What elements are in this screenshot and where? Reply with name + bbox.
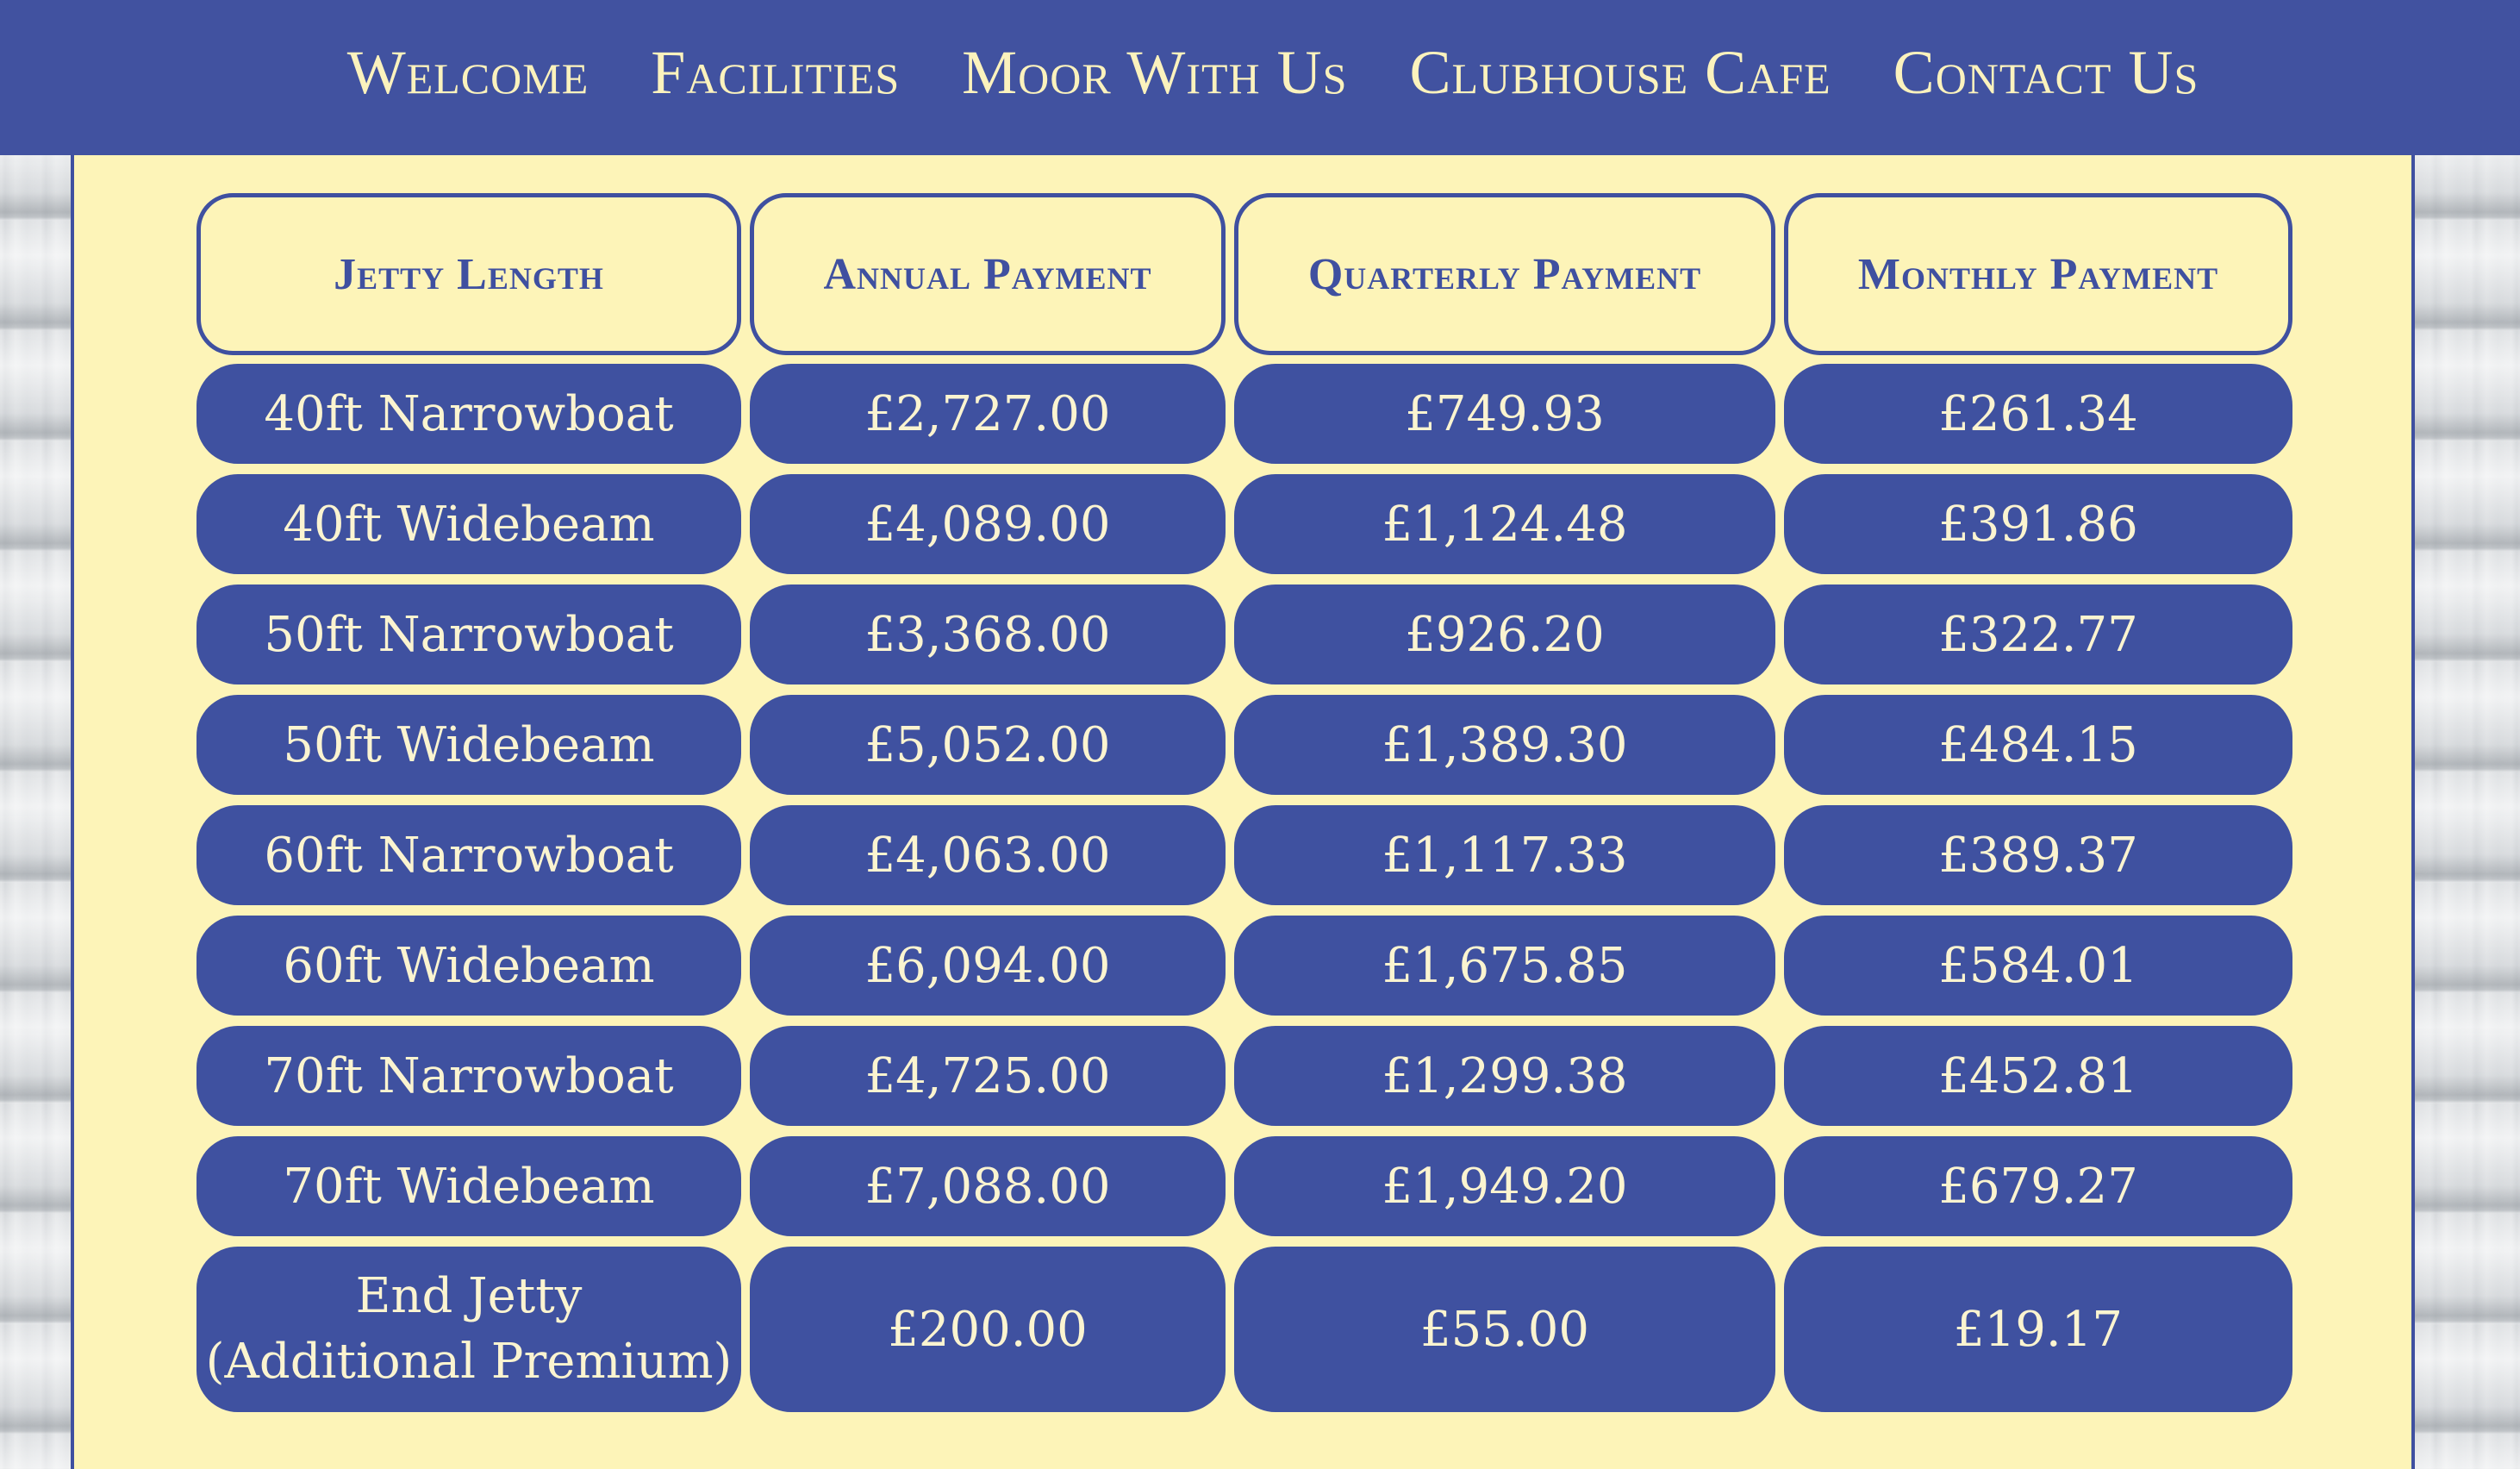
cell-quarterly-payment: £1,389.30 — [1234, 695, 1775, 795]
nav-item-moor-with-us[interactable]: Moor With Us — [962, 37, 1347, 109]
cell-quarterly-payment: £1,675.85 — [1234, 916, 1775, 1016]
cell-monthly-payment: £261.34 — [1784, 364, 2292, 464]
cell-jetty-length: 40ft Narrowboat — [196, 364, 741, 464]
table-row: End Jetty (Additional Premium) £200.00 £… — [196, 1247, 2292, 1412]
cell-jetty-length: 60ft Narrowboat — [196, 805, 741, 905]
cell-annual-payment: £4,725.00 — [750, 1026, 1226, 1126]
cell-jetty-length: 40ft Widebeam — [196, 474, 741, 574]
cell-jetty-length: 50ft Widebeam — [196, 695, 741, 795]
cell-quarterly-payment: £1,949.20 — [1234, 1136, 1775, 1236]
table-header-row: Jetty Length Annual Payment Quarterly Pa… — [196, 193, 2292, 355]
nav-item-facilities[interactable]: Facilities — [651, 37, 900, 109]
cell-jetty-length: 50ft Narrowboat — [196, 584, 741, 684]
cell-monthly-payment: £452.81 — [1784, 1026, 2292, 1126]
mooring-prices-table: Jetty Length Annual Payment Quarterly Pa… — [196, 193, 2292, 1422]
header-quarterly-payment: Quarterly Payment — [1234, 193, 1775, 355]
header-monthly-payment: Monthly Payment — [1784, 193, 2292, 355]
cell-annual-payment: £200.00 — [750, 1247, 1226, 1412]
cell-jetty-length-line2: (Additional Premium) — [205, 1334, 733, 1390]
cell-jetty-length: End Jetty (Additional Premium) — [196, 1247, 741, 1412]
table-row: 70ft Widebeam £7,088.00 £1,949.20 £679.2… — [196, 1136, 2292, 1236]
cell-annual-payment: £6,094.00 — [750, 916, 1226, 1016]
cell-quarterly-payment: £926.20 — [1234, 584, 1775, 684]
table-row: 50ft Narrowboat £3,368.00 £926.20 £322.7… — [196, 584, 2292, 684]
header-jetty-length: Jetty Length — [196, 193, 741, 355]
table-row: 40ft Widebeam £4,089.00 £1,124.48 £391.8… — [196, 474, 2292, 574]
cell-jetty-length: 60ft Widebeam — [196, 916, 741, 1016]
cell-jetty-length-line1: End Jetty — [355, 1268, 583, 1324]
top-navigation-bar: Welcome Facilities Moor With Us Clubhous… — [0, 0, 2520, 155]
table-row: 70ft Narrowboat £4,725.00 £1,299.38 £452… — [196, 1026, 2292, 1126]
table-row: 60ft Widebeam £6,094.00 £1,675.85 £584.0… — [196, 916, 2292, 1016]
cell-quarterly-payment: £1,117.33 — [1234, 805, 1775, 905]
cell-quarterly-payment: £55.00 — [1234, 1247, 1775, 1412]
cell-annual-payment: £4,089.00 — [750, 474, 1226, 574]
table-row: 60ft Narrowboat £4,063.00 £1,117.33 £389… — [196, 805, 2292, 905]
cell-monthly-payment: £19.17 — [1784, 1247, 2292, 1412]
nav-item-welcome[interactable]: Welcome — [347, 37, 589, 109]
cell-quarterly-payment: £1,299.38 — [1234, 1026, 1775, 1126]
cell-jetty-length: 70ft Narrowboat — [196, 1026, 741, 1126]
cell-quarterly-payment: £749.93 — [1234, 364, 1775, 464]
cell-quarterly-payment: £1,124.48 — [1234, 474, 1775, 574]
cell-jetty-length: 70ft Widebeam — [196, 1136, 741, 1236]
header-annual-payment: Annual Payment — [750, 193, 1226, 355]
cell-monthly-payment: £389.37 — [1784, 805, 2292, 905]
cell-monthly-payment: £679.27 — [1784, 1136, 2292, 1236]
cell-monthly-payment: £484.15 — [1784, 695, 2292, 795]
cell-annual-payment: £5,052.00 — [750, 695, 1226, 795]
cell-monthly-payment: £391.86 — [1784, 474, 2292, 574]
cell-monthly-payment: £584.01 — [1784, 916, 2292, 1016]
cell-annual-payment: £7,088.00 — [750, 1136, 1226, 1236]
nav-menu: Welcome Facilities Moor With Us Clubhous… — [321, 37, 2199, 109]
table-row: 40ft Narrowboat £2,727.00 £749.93 £261.3… — [196, 364, 2292, 464]
cell-annual-payment: £4,063.00 — [750, 805, 1226, 905]
cell-monthly-payment: £322.77 — [1784, 584, 2292, 684]
nav-item-clubhouse-cafe[interactable]: Clubhouse Cafe — [1409, 37, 1831, 109]
table-row: 50ft Widebeam £5,052.00 £1,389.30 £484.1… — [196, 695, 2292, 795]
cell-annual-payment: £3,368.00 — [750, 584, 1226, 684]
cell-annual-payment: £2,727.00 — [750, 364, 1226, 464]
nav-item-contact-us[interactable]: Contact Us — [1893, 37, 2199, 109]
